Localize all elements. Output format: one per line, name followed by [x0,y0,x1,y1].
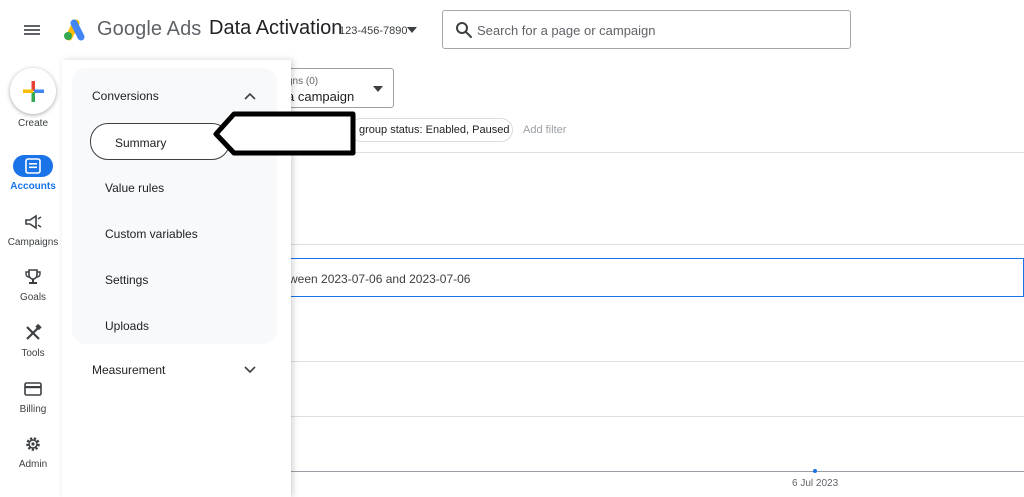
top-bar: Google Ads Data Activation 123-456-7890 [0,0,1024,60]
chevron-down-icon[interactable] [244,366,256,374]
trophy-icon [25,269,41,284]
tools-icon [26,324,42,340]
rail-label-admin: Admin [18,459,48,470]
accounts-icon [13,155,53,177]
google-ads-logo-icon [64,19,85,41]
rail-item-accounts[interactable]: Accounts [0,155,66,192]
campaign-dropdown-count: gns (0) [287,76,319,87]
nav-item-summary[interactable]: Summary [90,123,230,160]
caret-down-icon [373,86,383,92]
search-icon [456,22,472,38]
divider [283,152,1024,153]
chevron-up-icon[interactable] [244,92,256,100]
rail-label-billing: Billing [19,404,47,415]
chart-x-tick-label: 6 Jul 2023 [792,478,839,489]
divider [283,244,1024,245]
create-button[interactable] [10,68,56,114]
account-id[interactable]: 123-456-7890 [339,25,408,37]
nav-item-custom-variables[interactable]: Custom variables [105,227,198,241]
account-name[interactable]: Data Activation [209,17,342,40]
add-filter-button[interactable]: Add filter [523,124,566,136]
caret-down-icon[interactable] [407,27,417,33]
rail-item-admin[interactable]: Admin [0,435,66,470]
rail-item-tools[interactable]: Tools [0,324,66,359]
chart-gridline [283,361,1024,362]
measurement-group-header[interactable]: Measurement [92,363,165,377]
search-input[interactable] [477,19,837,41]
megaphone-icon [25,214,42,230]
date-range-row[interactable]: ween 2023-07-06 and 2023-07-06 [283,258,1024,297]
nav-item-settings[interactable]: Settings [105,273,148,287]
plus-icon [23,81,44,102]
campaign-dropdown[interactable]: gns (0) a campaign [283,68,394,108]
flyout-pointer [50,276,62,300]
hamburger-menu-icon[interactable] [20,18,44,42]
annotation-arrow [213,111,356,156]
credit-card-icon [24,382,42,396]
date-range-text: ween 2023-07-06 and 2023-07-06 [289,272,471,286]
chart-gridline [283,416,1024,417]
chart-data-point [813,469,817,473]
nav-item-summary-label: Summary [115,136,167,150]
rail-label-campaigns: Campaigns [7,237,59,248]
search-box[interactable] [442,10,851,49]
nav-item-value-rules[interactable]: Value rules [105,181,164,195]
gear-icon [26,437,40,451]
brand-name: Google Ads [97,18,202,40]
rail-item-billing[interactable]: Billing [0,380,66,415]
chart-x-axis [283,471,1024,472]
rail-label-tools: Tools [21,348,45,359]
rail-item-campaigns[interactable]: Campaigns [0,213,66,248]
conversions-group-header[interactable]: Conversions [92,89,159,103]
campaign-dropdown-value: a campaign [287,89,355,104]
filter-chip[interactable]: group status: Enabled, Paused [349,118,513,142]
rail-label-accounts: Accounts [10,181,56,192]
nav-item-uploads[interactable]: Uploads [105,319,149,333]
create-label: Create [17,118,48,129]
